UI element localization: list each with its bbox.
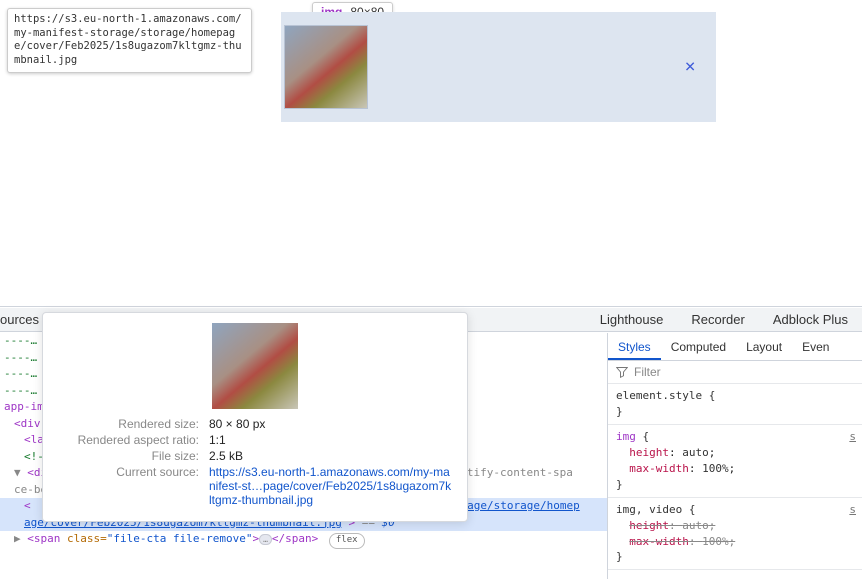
css-rule-element-style[interactable]: element.style { } [608,384,862,425]
rendered-size-label: Rendered size: [57,417,199,431]
aspect-ratio-label: Rendered aspect ratio: [57,433,199,447]
ellipsis-icon[interactable]: … [259,534,272,545]
remove-thumbnail-button[interactable]: ✕ [684,59,696,76]
tab-styles[interactable]: Styles [608,334,661,360]
css-rule-img-video[interactable]: s img, video { height: auto; max-width: … [608,498,862,571]
expand-toggle-icon[interactable]: ▼ [14,466,21,479]
file-size-label: File size: [57,449,199,463]
tab-adblock-plus[interactable]: Adblock Plus [759,308,862,331]
flex-badge[interactable]: flex [329,533,365,549]
thumbnail-image[interactable] [285,26,367,108]
devtools-divider [0,306,862,307]
page-preview-area: https://s3.eu-north-1.amazonaws.com/my-m… [0,0,862,305]
styles-filter-row: Filter [608,361,862,384]
tab-recorder[interactable]: Recorder [677,308,758,331]
css-rule-img[interactable]: s img { height: auto; max-width: 100%; } [608,425,862,498]
filter-icon [616,366,628,378]
url-tooltip: https://s3.eu-north-1.amazonaws.com/my-m… [7,8,252,73]
aspect-ratio-value: 1:1 [209,433,453,447]
popover-thumbnail [212,323,298,409]
rendered-size-value: 80 × 80 px [209,417,453,431]
expand-toggle-icon[interactable]: ▶ [14,532,21,545]
current-source-link[interactable]: https://s3.eu-north-1.amazonaws.com/my-m… [209,465,453,507]
styles-filter-input[interactable]: Filter [634,365,661,379]
tab-lighthouse[interactable]: Lighthouse [586,308,678,331]
current-source-label: Current source: [57,465,199,507]
dom-text: ----… [4,367,37,380]
styles-pane: Styles Computed Layout Even Filter eleme… [607,333,862,579]
upload-preview-box: ✕ [281,12,716,122]
image-hover-popover: Rendered size: 80 × 80 px Rendered aspec… [42,312,468,522]
tab-computed[interactable]: Computed [661,334,736,360]
stylesheet-source-link[interactable]: s [849,429,856,445]
dom-text: ----… [4,384,37,397]
dom-text: ----… [4,351,37,364]
dom-text: ----… [4,334,37,347]
tab-event-listeners[interactable]: Even [792,334,839,360]
file-size-value: 2.5 kB [209,449,453,463]
tab-layout[interactable]: Layout [736,334,792,360]
styles-tabs: Styles Computed Layout Even [608,333,862,361]
stylesheet-source-link[interactable]: s [849,502,856,518]
